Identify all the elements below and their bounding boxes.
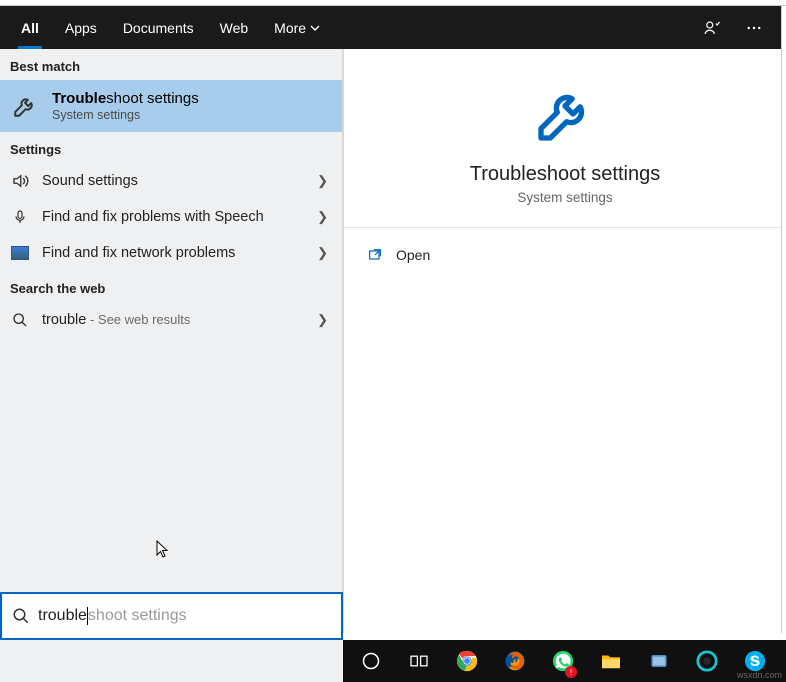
mic-icon — [10, 207, 30, 227]
taskbar-chrome[interactable] — [445, 640, 489, 682]
settings-item-sound[interactable]: Sound settings ❯ — [0, 163, 342, 199]
detail-panel: Troubleshoot settings System settings Op… — [343, 49, 786, 633]
search-tabs: All Apps Documents Web More — [0, 6, 786, 49]
detail-subtitle: System settings — [517, 190, 612, 205]
best-match-result[interactable]: Troubleshoot settings System settings — [0, 80, 342, 132]
open-action[interactable]: Open — [366, 242, 764, 268]
best-match-subtitle: System settings — [52, 108, 199, 122]
wrench-icon-large — [530, 79, 600, 149]
sound-icon — [10, 171, 30, 191]
chevron-right-icon: ❯ — [317, 173, 328, 189]
settings-item-speech[interactable]: Find and fix problems with Speech ❯ — [0, 199, 342, 235]
section-settings: Settings — [0, 132, 342, 163]
window-edge — [781, 6, 786, 633]
tab-documents[interactable]: Documents — [110, 6, 207, 49]
taskbar-whatsapp[interactable]: ! — [541, 640, 585, 682]
notification-badge: ! — [565, 666, 577, 678]
settings-item-network[interactable]: Find and fix network problems ❯ — [0, 235, 342, 271]
taskbar-app-teal[interactable] — [685, 640, 729, 682]
results-panel: Best match Troubleshoot settings System … — [0, 49, 343, 633]
section-best-match: Best match — [0, 49, 342, 80]
section-search-web: Search the web — [0, 271, 342, 302]
search-box[interactable]: troubleshoot settings — [0, 592, 343, 640]
taskbar-app-blue[interactable] — [637, 640, 681, 682]
chevron-right-icon: ❯ — [317, 312, 328, 328]
open-icon — [366, 246, 384, 264]
chevron-right-icon: ❯ — [317, 209, 328, 225]
taskbar-cortana[interactable] — [349, 640, 393, 682]
tab-all[interactable]: All — [8, 6, 52, 49]
more-options-icon[interactable] — [736, 10, 772, 46]
search-icon — [10, 310, 30, 330]
search-input[interactable]: troubleshoot settings — [38, 607, 187, 625]
taskbar-taskview[interactable] — [397, 640, 441, 682]
wrench-icon — [10, 91, 40, 121]
taskbar: ! — [343, 640, 786, 682]
tab-more[interactable]: More — [261, 6, 333, 49]
feedback-icon[interactable] — [694, 10, 730, 46]
web-search-item[interactable]: trouble - See web results ❯ — [0, 302, 342, 338]
detail-title: Troubleshoot settings — [470, 163, 660, 186]
mouse-cursor-icon — [155, 539, 171, 559]
watermark: wsxdn.com — [737, 670, 782, 680]
taskbar-firefox[interactable] — [493, 640, 537, 682]
chevron-down-icon — [310, 23, 320, 33]
best-match-title: Troubleshoot settings — [52, 90, 199, 107]
network-icon — [10, 243, 30, 263]
tab-web[interactable]: Web — [207, 6, 262, 49]
search-icon — [12, 607, 30, 625]
chevron-right-icon: ❯ — [317, 245, 328, 261]
tab-apps[interactable]: Apps — [52, 6, 110, 49]
taskbar-explorer[interactable] — [589, 640, 633, 682]
